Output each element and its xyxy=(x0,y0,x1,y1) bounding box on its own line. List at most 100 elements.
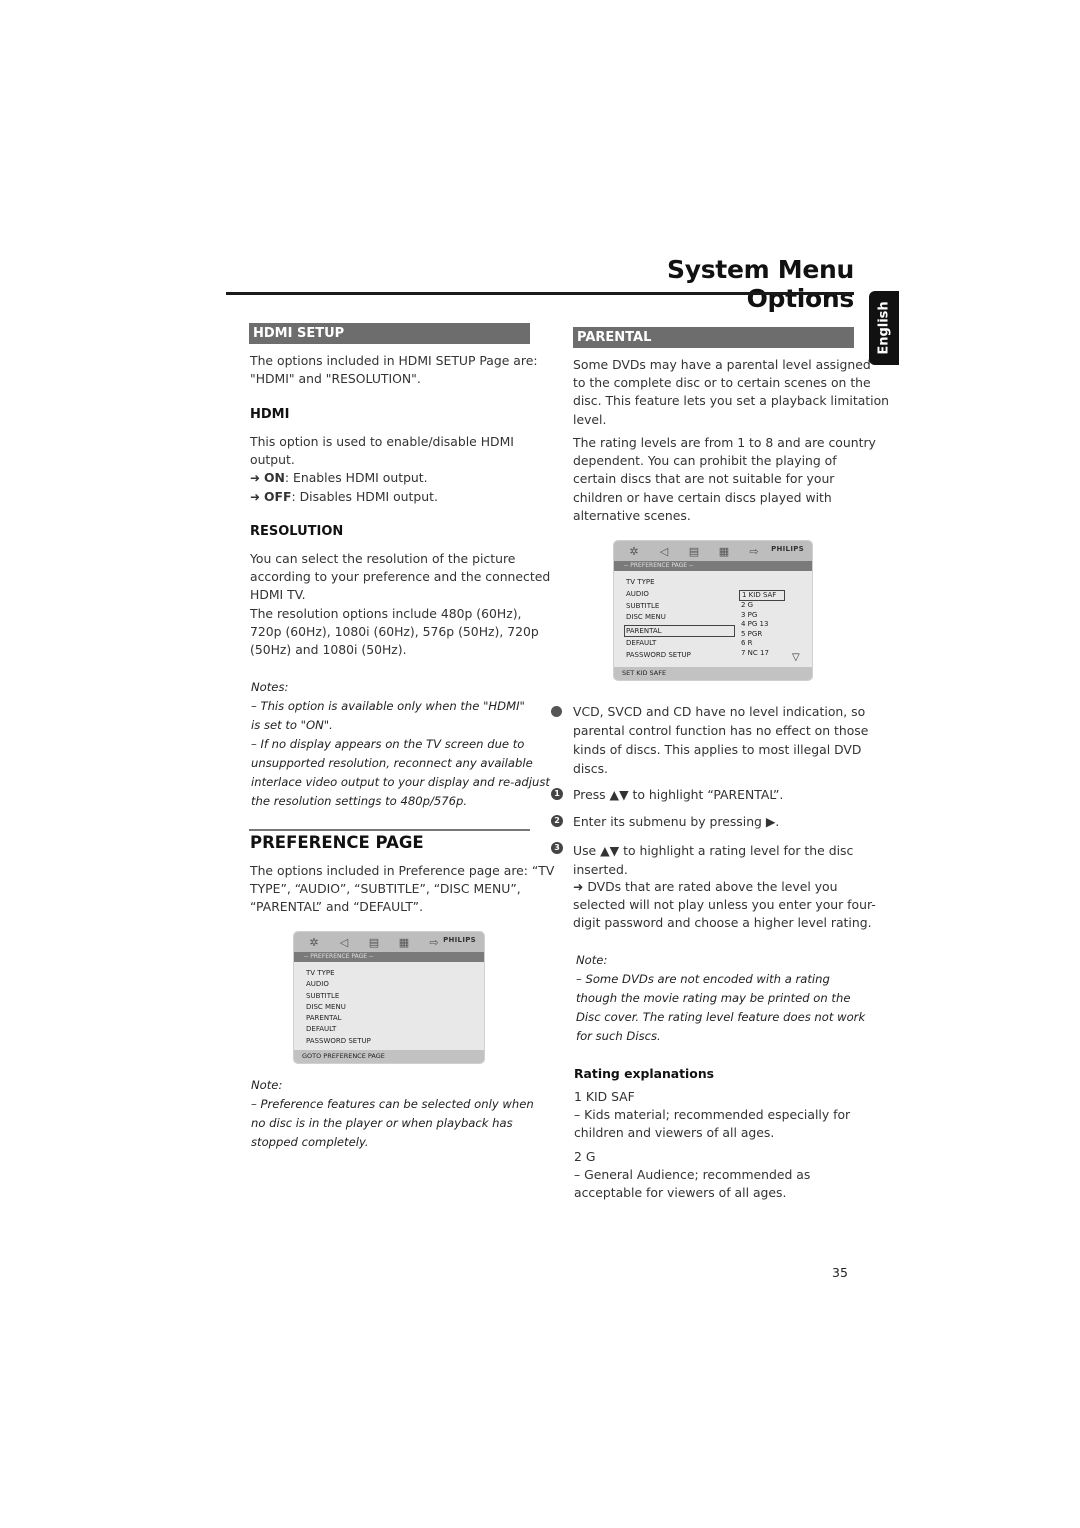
menu-page-label: -- PREFERENCE PAGE -- xyxy=(294,952,484,962)
option-text: : Enables HDMI output. xyxy=(284,470,428,486)
step-number-icon: 3 xyxy=(551,842,563,854)
gear-icon: ✲ xyxy=(309,935,319,949)
text-line: children or have certain discs played wi… xyxy=(573,489,832,505)
hdmi-option-off: ➜ OFF: Disables HDMI output. xyxy=(250,488,514,506)
text-line: children and viewers of all ages. xyxy=(574,1125,775,1141)
resolution-heading: RESOLUTION xyxy=(250,524,344,539)
menu-item: DISC MENU xyxy=(306,1002,346,1011)
text-line: This option is used to enable/disable HD… xyxy=(250,434,514,449)
note-label: Note: xyxy=(576,953,608,967)
grid-icon: ▦ xyxy=(398,935,410,949)
text-line: The rating levels are from 1 to 8 and ar… xyxy=(573,435,876,450)
option-text: : Disables HDMI output. xyxy=(291,488,438,504)
preference-page-heading: PREFERENCE PAGE xyxy=(250,833,424,852)
text-line: "HDMI" and "RESOLUTION". xyxy=(250,371,421,387)
text-line: though the movie rating may be printed o… xyxy=(576,991,851,1005)
text-line: stopped completely. xyxy=(251,1135,369,1149)
text-line: Use ▲▼ to highlight a rating level for t… xyxy=(573,843,854,858)
text-line: parental control function has no effect … xyxy=(573,723,869,738)
text-line: digit password and choose a higher level… xyxy=(573,915,872,931)
step-text: Use ▲▼ to highlight a rating level for t… xyxy=(573,841,853,879)
rating-item: 4 PG 13 xyxy=(741,620,769,629)
language-tab-label: English xyxy=(876,301,892,355)
speaker-icon: ◁ xyxy=(659,544,669,558)
text-line: certain discs that are not suitable for … xyxy=(573,471,835,487)
text-line: – If no display appears on the TV screen… xyxy=(251,737,525,751)
text-line: The resolution options include 480p (60H… xyxy=(250,605,522,621)
parental-intro: Some DVDs may have a parental level assi… xyxy=(573,356,889,429)
step-result: ➜ DVDs that are rated above the level yo… xyxy=(573,878,876,933)
menu-item-selected: PARENTAL xyxy=(624,625,735,638)
text-line: dependent. You can prohibit the playing … xyxy=(573,453,837,469)
option-key: OFF xyxy=(264,488,292,504)
text-line: to the complete disc or to certain scene… xyxy=(573,375,871,391)
rating-explanation-1: 1 KID SAF – Kids material; recommended e… xyxy=(574,1088,850,1143)
hdmi-notes: Notes: – This option is available only w… xyxy=(251,678,550,811)
text-line: The options included in HDMI SETUP Page … xyxy=(250,353,538,368)
text-line: “PARENTAL” and “DEFAULT”. xyxy=(250,899,424,915)
rating-item-selected: 1 KID SAF xyxy=(739,590,785,601)
preference-note: Note: – Preference features can be selec… xyxy=(251,1076,534,1152)
text-line: 720p (60Hz), 1080i (60Hz), 576p (50Hz), … xyxy=(250,623,539,639)
speaker-icon: ◁ xyxy=(339,935,349,949)
text-line: Some DVDs may have a parental level assi… xyxy=(573,357,871,372)
brand-logo: PHILIPS xyxy=(771,545,804,553)
menu-icon-bar: ✲ ◁ ▤ ▦ ⇨ PHILIPS xyxy=(614,541,812,561)
exit-icon: ⇨ xyxy=(429,935,439,949)
hdmi-description: This option is used to enable/disable HD… xyxy=(250,433,514,506)
step-text: Press ▲▼ to highlight “PARENTAL”. xyxy=(573,787,784,802)
parental-levels-text: The rating levels are from 1 to 8 and ar… xyxy=(573,434,876,525)
text-line: The options included in Preference page … xyxy=(250,863,555,878)
text-line: selected will not play unless you enter … xyxy=(573,897,876,913)
menu-item: PASSWORD SETUP xyxy=(306,1036,371,1045)
text-line: HDMI TV. xyxy=(250,587,306,603)
menu-item: TV TYPE xyxy=(626,578,655,586)
text-line: Disc cover. The rating level feature doe… xyxy=(576,1010,866,1024)
menu-item: DEFAULT xyxy=(306,1025,337,1034)
section-rule xyxy=(249,829,530,831)
hdmi-heading: HDMI xyxy=(250,407,290,422)
text-line: You can select the resolution of the pic… xyxy=(250,551,516,566)
text-line: discs. xyxy=(573,761,608,776)
language-tab: English xyxy=(869,291,899,365)
text-line: TYPE”, “AUDIO”, “SUBTITLE”, “DISC MENU”, xyxy=(250,881,521,897)
menu-page-label: -- PREFERENCE PAGE -- xyxy=(614,561,812,571)
menu-item: TV TYPE xyxy=(306,969,335,977)
page-title: System Menu Options xyxy=(667,255,854,313)
rating-item: 3 PG xyxy=(741,610,758,619)
rating-item: 5 PGR xyxy=(741,629,763,638)
option-key: ON xyxy=(264,470,285,486)
rating-item: 2 G xyxy=(741,601,754,609)
menu-footer: GOTO PREFERENCE PAGE xyxy=(294,1050,484,1063)
text-line: kinds of discs. This applies to most ill… xyxy=(573,742,862,757)
text-line: inserted. xyxy=(573,862,628,877)
parental-menu-screen: ✲ ◁ ▤ ▦ ⇨ PHILIPS -- PREFERENCE PAGE -- … xyxy=(614,541,812,680)
text-line: is set to "ON". xyxy=(251,718,333,732)
text-line: ➜ DVDs that are rated above the level yo… xyxy=(573,879,838,894)
subtitle-icon: ▤ xyxy=(688,544,700,558)
rating-item: 7 NC 17 xyxy=(741,648,769,657)
resolution-description: You can select the resolution of the pic… xyxy=(250,550,550,659)
text-line: disc. This feature lets you set a playba… xyxy=(573,393,890,409)
subtitle-icon: ▤ xyxy=(368,935,380,949)
page-number: 35 xyxy=(832,1265,848,1280)
menu-item-list: TV TYPE AUDIO SUBTITLE DISC MENU PARENTA… xyxy=(294,962,484,1047)
text-line: for such Discs. xyxy=(576,1029,661,1043)
menu-footer: SET KID SAFE xyxy=(614,667,812,680)
hdmi-setup-intro: The options included in HDMI SETUP Page … xyxy=(250,352,538,388)
menu-icon-bar: ✲ ◁ ▤ ▦ ⇨ PHILIPS xyxy=(294,932,484,952)
arrow-icon: ➜ xyxy=(250,471,261,486)
rating-list: 1 KID SAF 2 G 3 PG 4 PG 13 5 PGR 6 R 7 N… xyxy=(739,590,785,659)
rating-item: 6 R xyxy=(741,639,753,648)
grid-icon: ▦ xyxy=(718,544,730,558)
parental-note: Note: – Some DVDs are not encoded with a… xyxy=(576,951,865,1046)
step-number-icon: 2 xyxy=(551,815,563,827)
hdmi-setup-bar: HDMI SETUP xyxy=(249,323,530,344)
gear-icon: ✲ xyxy=(629,544,639,558)
text-line: – General Audience; recommended as xyxy=(574,1167,811,1183)
text-line: (50Hz) and 1080i (50Hz). xyxy=(250,642,407,658)
bullet-icon xyxy=(551,706,562,717)
exit-icon: ⇨ xyxy=(749,544,759,558)
menu-item: PARENTAL xyxy=(306,1014,342,1023)
text-line: no disc is in the player or when playbac… xyxy=(251,1116,513,1130)
